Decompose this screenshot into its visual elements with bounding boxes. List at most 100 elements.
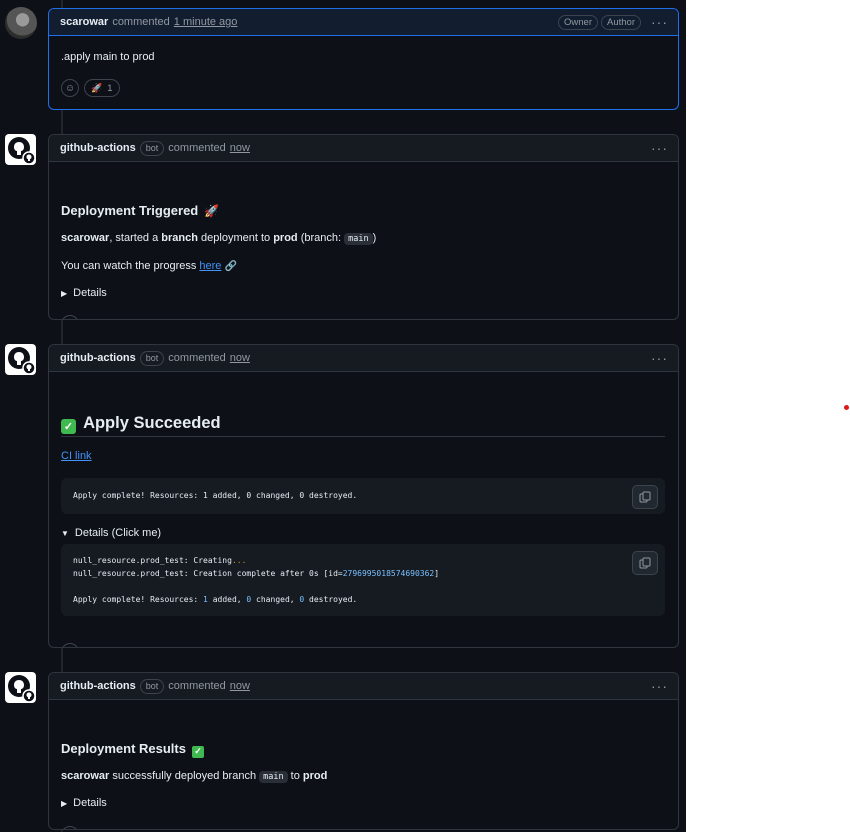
log-line-2: null_resource.prod_test: Creation comple… — [73, 567, 439, 580]
comment-header: github-actions bot commented now ··· — [49, 345, 678, 372]
comment-bot-results: github-actions bot commented now ··· Dep… — [48, 672, 679, 830]
triangle-right-icon: ▶ — [61, 288, 68, 298]
comment-author[interactable]: github-actions — [60, 352, 136, 364]
add-reaction-icon[interactable]: ☺ — [61, 643, 79, 647]
details-label: Details (Click me) — [74, 527, 162, 539]
comment-bot-triggered: github-actions bot commented now ··· Dep… — [48, 134, 679, 320]
details-summary-open[interactable]: ▼ Details (Click me) — [61, 527, 161, 539]
log-text: null_resource.prod_test: Creation comple… — [73, 569, 343, 578]
comment-owner: scarowar commented 1 minute ago Owner Au… — [48, 8, 679, 110]
copy-icon — [639, 491, 651, 503]
ci-link[interactable]: CI link — [61, 450, 92, 462]
cursor-dot — [844, 405, 849, 410]
deploy-kind: branch — [161, 232, 198, 244]
log-text: destroyed. — [304, 595, 358, 604]
text: You can watch the progress — [61, 260, 200, 272]
github-mark-icon — [8, 347, 36, 375]
avatar-github-actions[interactable] — [5, 134, 36, 165]
summary-code-block: Apply complete! Resources: 1 added, 0 ch… — [61, 478, 665, 514]
check-mark-icon: ✓ — [192, 745, 205, 758]
bot-badge: bot — [139, 350, 165, 366]
copy-icon — [639, 557, 651, 569]
comment-timestamp[interactable]: now — [230, 352, 250, 364]
comment-author[interactable]: github-actions — [60, 680, 136, 692]
apply-succeeded-heading: Apply Succeeded — [83, 414, 221, 432]
environment: prod — [273, 232, 298, 244]
result-line: scarowar successfully deployed branch ma… — [61, 769, 327, 784]
avatar-scarowar[interactable] — [5, 7, 37, 39]
heading-row: Deployment Results ✓ — [61, 741, 205, 758]
log-text: ] — [434, 569, 440, 578]
triangle-down-icon: ▼ — [61, 528, 69, 538]
log-text: changed, — [251, 595, 300, 604]
log-text: null_resource.prod_test: Creating — [73, 556, 232, 565]
branch-code: main — [259, 771, 288, 783]
log-line-3: Apply complete! Resources: 1 added, 0 ch… — [73, 593, 439, 606]
comment-body: .apply main to prod — [61, 51, 155, 63]
avatar-github-actions[interactable] — [5, 344, 36, 375]
text: deployment to — [197, 232, 274, 244]
text: ) — [372, 232, 377, 244]
kebab-menu-icon[interactable]: ··· — [651, 141, 668, 155]
apply-heading-row: ✓ Apply Succeeded — [61, 414, 665, 434]
log-text: Apply complete! Resources: — [73, 595, 204, 604]
trigger-line: scarowar, started a branch deployment to… — [61, 231, 376, 246]
deployment-triggered-heading: Deployment Triggered — [61, 203, 199, 218]
progress-line: You can watch the progress here 🔗 — [61, 259, 237, 274]
resource-id: 2796995018574690362 — [342, 569, 435, 578]
comment-timestamp[interactable]: now — [230, 680, 250, 692]
comment-action: commented — [168, 680, 226, 692]
comment-timestamp[interactable]: 1 minute ago — [174, 16, 238, 28]
kebab-menu-icon[interactable]: ··· — [651, 351, 668, 365]
comment-timestamp[interactable]: now — [230, 142, 250, 154]
heading-divider — [61, 436, 665, 437]
comment-action: commented — [168, 352, 226, 364]
deployment-results-heading: Deployment Results — [61, 741, 186, 756]
reaction-count: 1 — [107, 82, 113, 94]
link-icon: 🔗 — [224, 261, 237, 272]
kebab-menu-icon[interactable]: ··· — [651, 679, 668, 693]
avatar-github-actions[interactable] — [5, 672, 36, 703]
details-label: Details — [73, 797, 107, 809]
add-reaction-icon[interactable]: ☺ — [61, 826, 79, 829]
triangle-right-icon: ▶ — [61, 798, 68, 808]
bot-badge: bot — [139, 678, 165, 694]
author-badge: Author — [601, 14, 641, 30]
github-mark-icon — [8, 675, 36, 703]
comment-author[interactable]: scarowar — [60, 16, 108, 28]
comment-action: commented — [168, 142, 226, 154]
environment: prod — [302, 770, 328, 782]
summary-code: Apply complete! Resources: 1 added, 0 ch… — [73, 491, 358, 500]
github-mark-icon — [8, 137, 36, 165]
timeline-pane: scarowar commented 1 minute ago Owner Au… — [0, 0, 686, 832]
text: (branch: — [297, 232, 345, 244]
progress-link[interactable]: here — [199, 260, 221, 272]
copy-button[interactable] — [632, 485, 658, 509]
check-mark-icon: ✓ — [61, 419, 76, 434]
kebab-menu-icon[interactable]: ··· — [651, 15, 668, 29]
bot-badge: bot — [139, 140, 165, 156]
log-lines: null_resource.prod_test: Creating... nul… — [73, 554, 439, 606]
owner-badge: Owner — [558, 14, 598, 30]
text: successfully deployed branch — [109, 770, 260, 782]
reaction-rocket[interactable]: 🚀 1 — [84, 79, 120, 97]
user-name: scarowar — [61, 232, 110, 244]
log-line-1: null_resource.prod_test: Creating... — [73, 554, 439, 567]
log-dots: ... — [231, 556, 247, 565]
comment-header: github-actions bot commented now ··· — [49, 673, 678, 700]
heading-row: Deployment Triggered 🚀 — [61, 203, 219, 218]
rocket-icon: 🚀 — [91, 82, 103, 93]
comment-bot-apply: github-actions bot commented now ··· ✓ A… — [48, 344, 679, 648]
details-summary[interactable]: ▶ Details — [61, 797, 107, 809]
branch-code: main — [344, 233, 373, 245]
copy-button[interactable] — [632, 551, 658, 575]
add-reaction-icon[interactable]: ☺ — [61, 315, 79, 319]
user-name: scarowar — [61, 770, 110, 782]
log-code-block: null_resource.prod_test: Creating... nul… — [61, 544, 665, 616]
comment-action: commented — [112, 16, 170, 28]
add-reaction-icon[interactable]: ☺ — [61, 79, 79, 97]
comment-author[interactable]: github-actions — [60, 142, 136, 154]
details-summary[interactable]: ▶ Details — [61, 287, 107, 299]
log-text: added, — [207, 595, 247, 604]
text: , started a — [109, 232, 162, 244]
